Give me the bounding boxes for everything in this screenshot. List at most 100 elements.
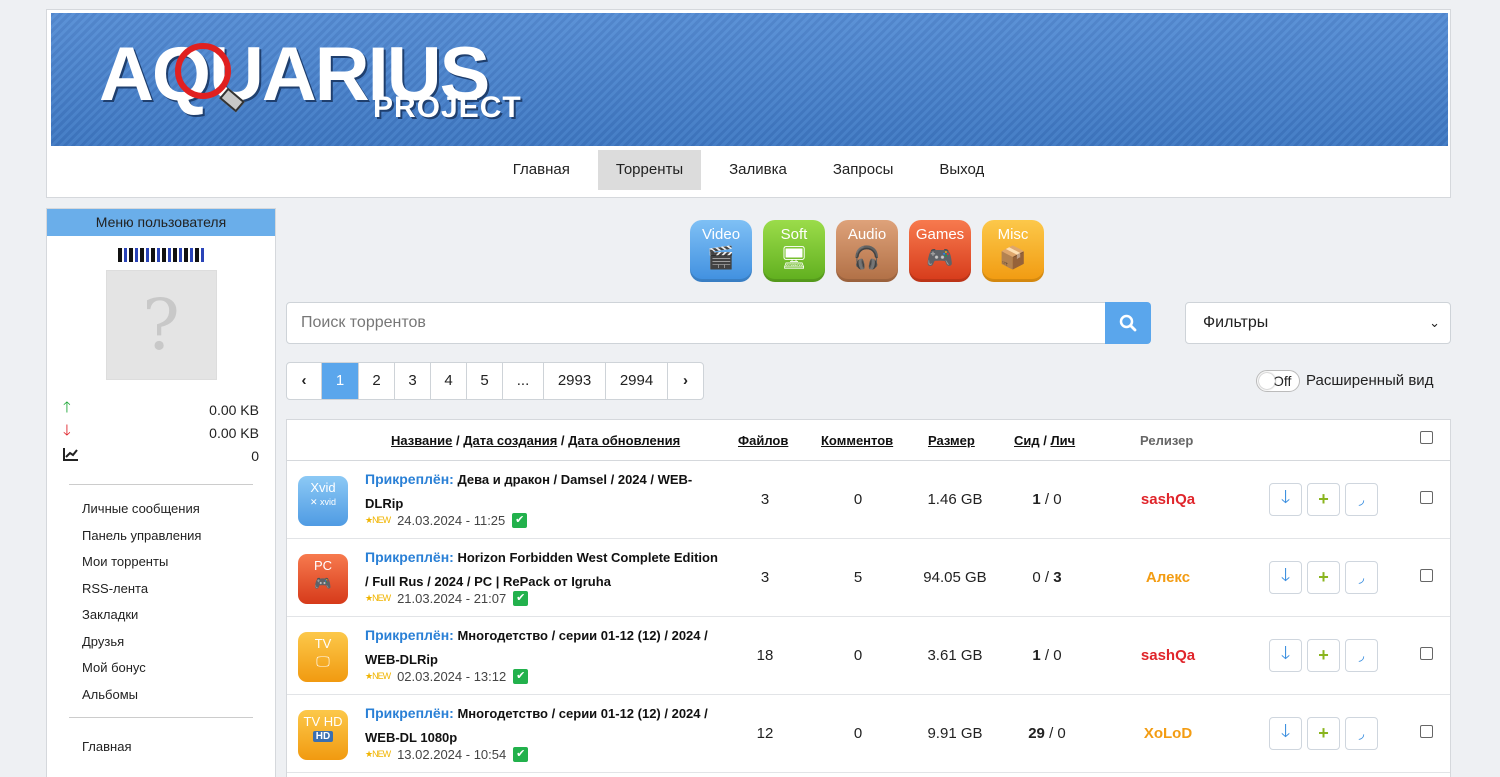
rss-button[interactable]: ◞ [1345, 717, 1378, 750]
releaser[interactable]: Алекс [1113, 569, 1223, 586]
nav-logout[interactable]: Выход [921, 150, 1002, 190]
page-1[interactable]: 1 [322, 363, 359, 399]
row-checkbox[interactable] [1420, 725, 1433, 738]
sort-size[interactable]: Размер [928, 433, 975, 448]
sidebar-item-friends[interactable]: Друзья [82, 634, 275, 661]
add-bookmark-button[interactable]: + [1307, 639, 1340, 672]
rss-button[interactable]: ◞ [1345, 561, 1378, 594]
rss-button[interactable]: ◞ [1345, 639, 1378, 672]
header-seeds-leech: Сид / Лич [1014, 433, 1075, 448]
download-button[interactable]: 🡓 [1269, 639, 1302, 672]
page-4[interactable]: 4 [431, 363, 467, 399]
user-sidebar: Меню пользователя ? 🡑 0.00 KB 🡓 0.00 KB … [46, 208, 276, 777]
seeds: 1 [1032, 647, 1041, 664]
page-2[interactable]: 2 [359, 363, 395, 399]
arrow-up-icon: 🡑 [63, 399, 71, 416]
sidebar-item-home[interactable]: Главная [82, 739, 275, 766]
category-video[interactable]: Video 🎬 [690, 220, 752, 282]
category-soft[interactable]: Soft 🖥 [763, 220, 825, 282]
category-video-label: Video [701, 226, 741, 243]
username-censored[interactable] [118, 248, 204, 262]
type-tv-hd-icon[interactable]: TV HD HD [298, 710, 348, 760]
uploaded-value: 0.00 KB [209, 401, 259, 418]
sort-files[interactable]: Файлов [738, 433, 788, 448]
torrent-meta: ★NEW 13.02.2024 - 10:54 ✔ [365, 747, 529, 762]
sort-seeds[interactable]: Сид [1014, 433, 1040, 448]
type-tv-icon[interactable]: TV 🖵 [298, 632, 348, 682]
sidebar-item-control-panel[interactable]: Панель управления [82, 528, 275, 555]
comments-count[interactable]: 0 [840, 725, 876, 742]
sidebar-item-bookmarks[interactable]: Закладки [82, 607, 275, 634]
toggle-state: Off [1273, 373, 1292, 389]
sidebar-item-my-torrents[interactable]: Мои торренты [82, 554, 275, 581]
type-sub: HD [312, 731, 334, 742]
sidebar-item-messages[interactable]: Личные сообщения [82, 501, 275, 528]
sort-created[interactable]: Дата создания [463, 433, 557, 448]
releaser[interactable]: sashQa [1113, 491, 1223, 508]
type-xvid-icon[interactable]: Xvid ✕ xvid [298, 476, 348, 526]
select-all-checkbox[interactable] [1420, 431, 1433, 444]
type-pc-icon[interactable]: PC 🎮 [298, 554, 348, 604]
torrent-date: 13.02.2024 - 10:54 [397, 747, 507, 762]
category-soft-label: Soft [780, 226, 808, 243]
sort-name[interactable]: Название [391, 433, 452, 448]
add-bookmark-button[interactable]: + [1307, 561, 1340, 594]
row-actions: 🡓 + ◞ [1269, 561, 1378, 594]
comments-count[interactable]: 0 [840, 491, 876, 508]
download-button[interactable]: 🡓 [1269, 717, 1302, 750]
torrent-title[interactable]: Прикреплён: Horizon Forbidden West Compl… [365, 545, 725, 594]
logo-sub: PROJECT [373, 91, 522, 124]
sidebar-item-albums[interactable]: Альбомы [82, 687, 275, 714]
page-5[interactable]: 5 [467, 363, 503, 399]
row-checkbox[interactable] [1420, 569, 1433, 582]
download-button[interactable]: 🡓 [1269, 561, 1302, 594]
add-bookmark-button[interactable]: + [1307, 717, 1340, 750]
category-games[interactable]: Games 🎮 [909, 220, 971, 282]
torrent-title[interactable]: Прикреплён: Многодетство / серии 01-12 (… [365, 701, 725, 750]
page-2993[interactable]: 2993 [544, 363, 606, 399]
row-checkbox[interactable] [1420, 491, 1433, 504]
nav-home[interactable]: Главная [495, 150, 588, 190]
search-input[interactable]: Поиск торрентов [286, 302, 1106, 344]
site-banner[interactable]: AQUARIUS PROJECT [51, 13, 1448, 146]
download-button[interactable]: 🡓 [1269, 483, 1302, 516]
releaser[interactable]: XoLoD [1113, 725, 1223, 742]
search-button[interactable] [1105, 302, 1151, 344]
page-prev[interactable]: ‹ [287, 363, 322, 399]
type-label: TV [314, 636, 332, 651]
add-bookmark-button[interactable]: + [1307, 483, 1340, 516]
new-badge: ★NEW [365, 515, 391, 525]
pin-label: Прикреплён: [365, 549, 454, 565]
page-2994[interactable]: 2994 [606, 363, 668, 399]
type-label: Xvid [310, 480, 336, 495]
header-files: Файлов [738, 433, 788, 448]
sidebar-item-rss[interactable]: RSS-лента [82, 581, 275, 608]
sort-leech[interactable]: Лич [1050, 433, 1075, 448]
nav-torrents[interactable]: Торренты [597, 150, 702, 190]
category-audio[interactable]: Audio 🎧 [836, 220, 898, 282]
rss-icon: ◞ [1358, 725, 1365, 741]
torrent-title[interactable]: Прикреплён: Многодетство / серии 01-12 (… [365, 623, 725, 672]
row-actions: 🡓 + ◞ [1269, 483, 1378, 516]
page-next[interactable]: › [668, 363, 703, 399]
new-badge: ★NEW [365, 593, 391, 603]
sort-comments[interactable]: Комментов [821, 433, 893, 448]
avatar[interactable]: ? [105, 270, 217, 380]
filters-select[interactable]: Фильтры ⌄ [1185, 302, 1451, 344]
row-checkbox[interactable] [1420, 647, 1433, 660]
sort-updated[interactable]: Дата обновления [568, 433, 680, 448]
nav-requests[interactable]: Запросы [815, 150, 912, 190]
sidebar-links: Личные сообщения Панель управления Мои т… [47, 485, 275, 713]
comments-count[interactable]: 5 [840, 569, 876, 586]
nav-upload[interactable]: Заливка [711, 150, 805, 190]
sidebar-links-secondary: Главная [47, 718, 275, 766]
sidebar-item-bonus[interactable]: Мой бонус [82, 660, 275, 687]
releaser[interactable]: sashQa [1113, 647, 1223, 664]
category-misc[interactable]: Misc 📦 [982, 220, 1044, 282]
comments-count[interactable]: 0 [840, 647, 876, 664]
torrent-date: 21.03.2024 - 21:07 [397, 591, 507, 606]
torrent-title[interactable]: Прикреплён: Дева и дракон / Damsel / 202… [365, 467, 725, 516]
rss-button[interactable]: ◞ [1345, 483, 1378, 516]
page-3[interactable]: 3 [395, 363, 431, 399]
extended-view-toggle[interactable]: Off [1256, 370, 1300, 392]
